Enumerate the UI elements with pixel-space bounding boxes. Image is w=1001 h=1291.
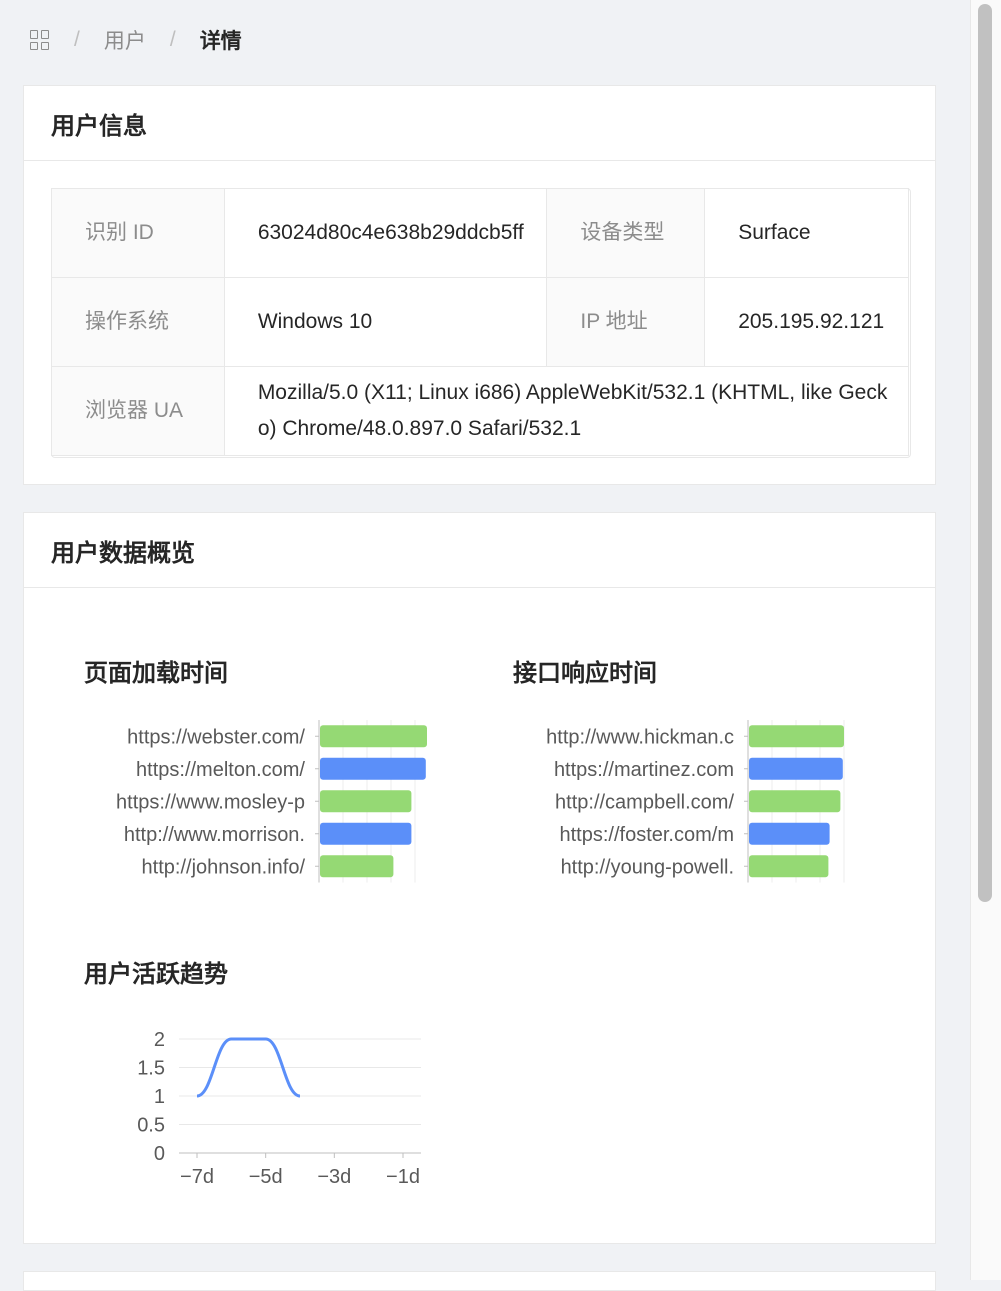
page: / 用户 / 详情 用户信息 识别 ID 63024d80c4e638b29dd… <box>0 0 970 1291</box>
page-load-bar-chart: https://webster.com/https://melton.com/h… <box>116 720 427 883</box>
x-tick-label: −1d <box>386 1166 420 1188</box>
x-tick-label: −5d <box>249 1166 283 1188</box>
ip-label: IP 地址 <box>546 277 706 367</box>
bar <box>749 822 830 845</box>
overview-title: 用户数据概览 <box>24 513 935 588</box>
ua-value: Mozilla/5.0 (X11; Linux i686) AppleWebKi… <box>223 366 910 456</box>
y-tick-label: 1 <box>154 1086 165 1108</box>
app-grid-icon[interactable] <box>30 30 50 50</box>
chart-title-api-response: 接口响应时间 <box>513 660 657 687</box>
ua-label: 浏览器 UA <box>51 366 225 456</box>
next-card <box>23 1271 936 1291</box>
device-type-label: 设备类型 <box>546 188 706 278</box>
breadcrumb: / 用户 / 详情 <box>30 22 242 58</box>
bar <box>320 855 394 878</box>
y-tick-label: 0 <box>154 1143 165 1165</box>
bar <box>749 757 843 780</box>
table-row: 浏览器 UA Mozilla/5.0 (X11; Linux i686) App… <box>51 366 910 456</box>
breadcrumb-current: 详情 <box>199 30 242 53</box>
y-tick-label: http://young-powell. <box>561 856 734 878</box>
user-info-card: 用户信息 识别 ID 63024d80c4e638b29ddcb5ff 设备类型… <box>23 85 936 485</box>
bar <box>320 790 412 813</box>
os-label: 操作系统 <box>51 277 225 367</box>
scrollbar-thumb[interactable] <box>978 4 992 902</box>
bar <box>749 725 844 748</box>
y-tick-label: http://johnson.info/ <box>142 856 306 878</box>
chart-title-page-load: 页面加载时间 <box>84 660 228 687</box>
y-tick-label: https://martinez.com <box>554 759 734 781</box>
user-info-title: 用户信息 <box>24 86 935 161</box>
breadcrumb-separator: / <box>169 28 176 51</box>
os-value: Windows 10 <box>223 277 548 367</box>
api-response-bar-chart: http://www.hickman.c https://martinez.com… <box>546 720 845 883</box>
y-tick-label: https://foster.com/m <box>559 824 734 846</box>
x-tick-label: −3d <box>317 1166 351 1188</box>
ip-value: 205.195.92.121 <box>704 277 909 367</box>
table-row: 识别 ID 63024d80c4e638b29ddcb5ff 设备类型 Surf… <box>51 188 909 278</box>
overview-card: 用户数据概览 页面加载时间 https://webster.com/https:… <box>23 512 936 1244</box>
y-tick-label: 2 <box>154 1029 165 1051</box>
y-tick-label: http://www.hickman.c <box>546 726 734 748</box>
scrollbar[interactable] <box>970 0 1001 1280</box>
y-tick-label: 1.5 <box>137 1058 165 1080</box>
user-info-table: 识别 ID 63024d80c4e638b29ddcb5ff 设备类型 Surf… <box>51 188 911 458</box>
breadcrumb-separator: / <box>74 28 80 51</box>
bar <box>749 855 829 878</box>
y-tick-label: https://melton.com/ <box>136 759 305 781</box>
id-value: 63024d80c4e638b29ddcb5ff <box>223 188 548 278</box>
y-tick-label: https://www.mosley-p <box>116 791 305 813</box>
y-tick-label: http://campbell.com/ <box>555 791 734 813</box>
bar <box>320 822 412 845</box>
table-row: 操作系统 Windows 10 IP 地址 205.195.92.121 <box>51 277 909 367</box>
bar <box>320 725 427 748</box>
y-tick-label: http://www.morrison. <box>124 824 305 846</box>
breadcrumb-users-link[interactable]: 用户 <box>104 25 146 55</box>
device-type-value: Surface <box>704 188 909 278</box>
id-label: 识别 ID <box>51 188 225 278</box>
chart-title-user-activity: 用户活跃趋势 <box>84 961 228 988</box>
user-activity-line-chart: 0 0.5 1 1.5 2 −7d −5d −3d −1d <box>137 1029 421 1188</box>
y-tick-label: https://webster.com/ <box>127 726 305 748</box>
bar <box>749 790 841 813</box>
bar <box>320 757 426 780</box>
y-tick-label: 0.5 <box>137 1115 165 1137</box>
x-tick-label: −7d <box>180 1166 214 1188</box>
